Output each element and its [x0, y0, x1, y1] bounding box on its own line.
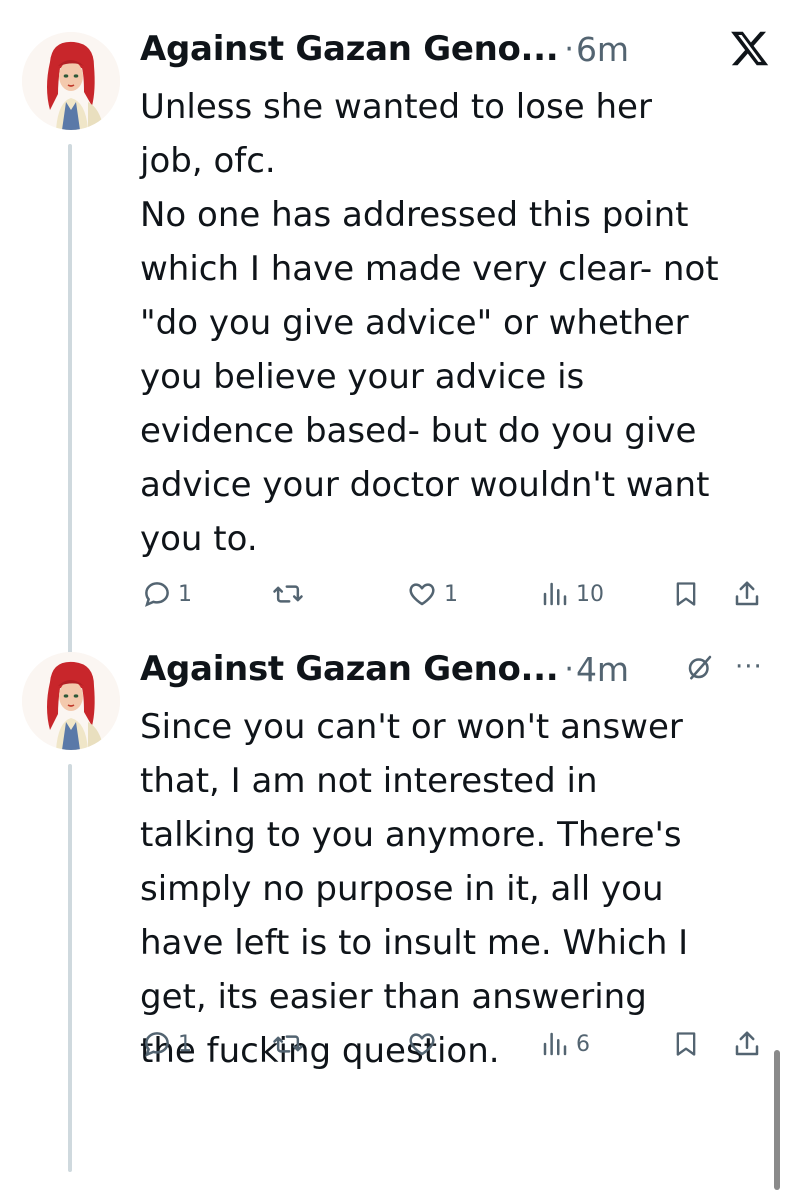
reply-icon [145, 582, 169, 607]
retweet-icon [273, 585, 303, 603]
bookmark-icon [676, 582, 696, 606]
thread-line [68, 144, 72, 668]
views-button[interactable]: 6 [540, 1029, 590, 1059]
reply-count: 1 [178, 581, 192, 607]
bookmark-button[interactable] [672, 579, 700, 609]
separator: · [564, 651, 574, 687]
like-button[interactable]: 1 [406, 579, 458, 609]
thread-line [68, 764, 72, 1172]
heart-icon [409, 583, 435, 606]
views-button[interactable]: 10 [540, 579, 604, 609]
share-button[interactable] [732, 579, 762, 609]
reply-icon [145, 1032, 169, 1057]
author-name[interactable]: Against Gazan Geno... [140, 29, 559, 69]
view-count: 10 [576, 581, 604, 607]
scrollbar[interactable] [774, 1050, 780, 1190]
separator: · [564, 31, 574, 67]
views-chart-icon [543, 1032, 567, 1056]
x-logo-icon [731, 31, 769, 66]
share-button[interactable] [732, 1029, 762, 1059]
view-count: 6 [576, 1031, 590, 1057]
bookmark-icon [676, 1032, 696, 1056]
retweet-button[interactable] [272, 579, 304, 609]
reply-count: 1 [178, 1031, 192, 1057]
tweet-text: Unless she wanted to lose her job, ofc. … [140, 87, 719, 559]
bookmark-button[interactable] [672, 1029, 700, 1059]
timestamp[interactable]: 4m [576, 650, 629, 689]
reply-button[interactable]: 1 [142, 579, 192, 609]
retweet-icon [273, 1035, 303, 1053]
avatar[interactable] [22, 32, 120, 130]
tweet-header: Against Gazan Geno... · 6m [140, 24, 770, 74]
timestamp[interactable]: 6m [576, 30, 629, 69]
reply-button[interactable]: 1 [142, 1029, 192, 1059]
heart-icon [409, 1033, 435, 1056]
tweet-text: Since you can't or won't answer that, I … [140, 707, 689, 1071]
retweet-button[interactable] [272, 1029, 304, 1059]
share-icon [735, 1031, 759, 1056]
tweet-header: Against Gazan Geno... · 4m ··· [140, 644, 770, 694]
share-icon [735, 581, 759, 606]
action-bar: 1 1 10 [140, 579, 780, 619]
like-count: 1 [444, 581, 458, 607]
more-options-icon[interactable]: ··· [735, 654, 763, 680]
like-button[interactable] [406, 1029, 444, 1059]
avatar[interactable] [22, 652, 120, 750]
grok-icon[interactable] [685, 652, 715, 682]
action-bar: 1 6 [140, 1029, 780, 1069]
views-chart-icon [543, 582, 567, 606]
author-name[interactable]: Against Gazan Geno... [140, 649, 559, 689]
